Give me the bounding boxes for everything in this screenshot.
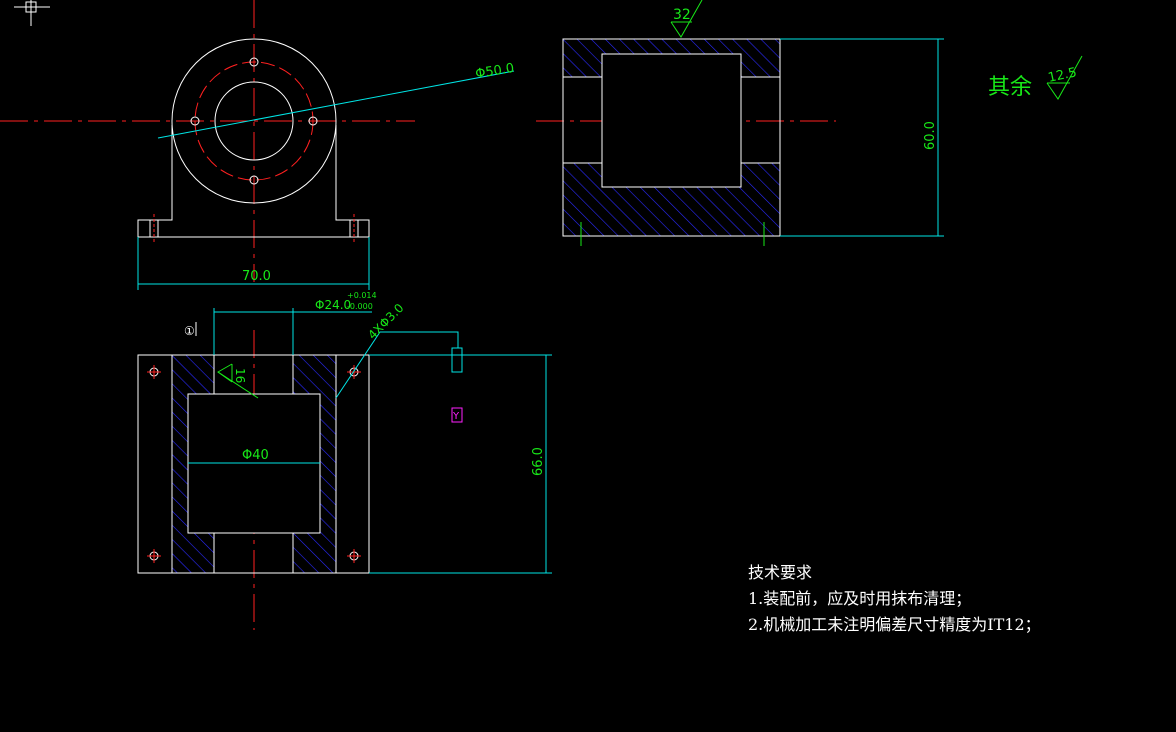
datum-marker: ① bbox=[184, 324, 195, 338]
roughness-side: 16 bbox=[233, 368, 247, 383]
section-marker: Y bbox=[452, 411, 460, 422]
roughness-other-label: 其余 bbox=[988, 75, 1032, 100]
roughness-other: 其余 12.5 bbox=[988, 55, 1083, 100]
notes-title: 技术要求 bbox=[748, 563, 813, 582]
notes-line-2: 2.机械加工未注明偏差尺寸精度为IT12； bbox=[748, 615, 1041, 634]
dim-bore-diameter: Φ24.0 bbox=[315, 298, 351, 312]
side-section-view: 60.0 32 bbox=[536, 0, 944, 246]
dim-inner-diameter: Φ40 bbox=[242, 448, 269, 463]
front-view: Φ50.0 70.0 bbox=[0, 0, 515, 290]
dim-base-width: 70.0 bbox=[242, 269, 271, 284]
dim-height-60: 60.0 bbox=[923, 121, 938, 150]
dim-height-66: 66.0 bbox=[531, 447, 546, 476]
dim-bore-tol-lower: -0.000 bbox=[347, 302, 373, 311]
roughness-other-value: 12.5 bbox=[1047, 65, 1078, 86]
roughness-top: 32 bbox=[673, 7, 691, 23]
dim-outer-diameter: Φ50.0 bbox=[474, 61, 515, 82]
top-section-view: Φ24.0 +0.014 -0.000 4XΦ3.0 Φ40 66.0 16 ①… bbox=[137, 291, 552, 630]
notes-line-1: 1.装配前，应及时用抹布清理； bbox=[748, 589, 972, 608]
technical-requirements: 技术要求 1.装配前，应及时用抹布清理； 2.机械加工未注明偏差尺寸精度为IT1… bbox=[748, 560, 1041, 638]
ucs-crosshair-icon bbox=[14, 0, 50, 26]
dim-bore-tol-upper: +0.014 bbox=[347, 291, 377, 300]
